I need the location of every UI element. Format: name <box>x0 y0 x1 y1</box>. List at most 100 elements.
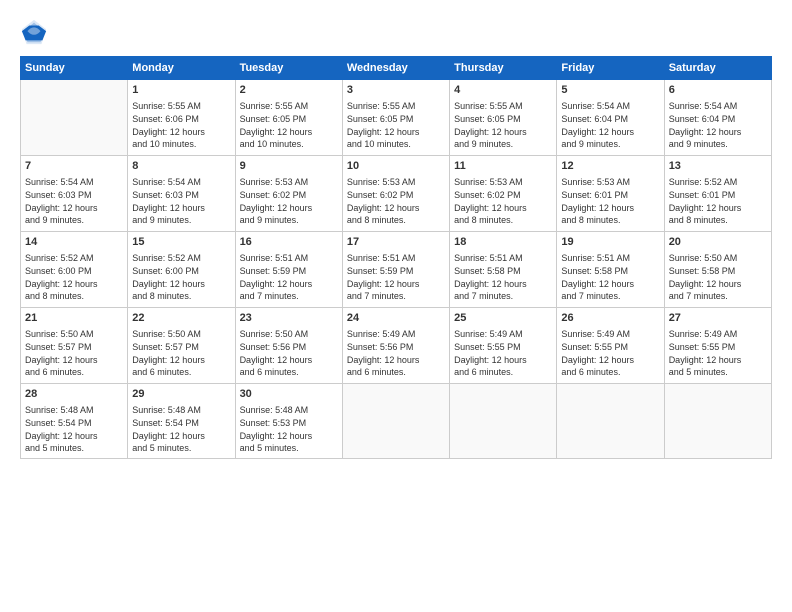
day-info: Daylight: 12 hours <box>25 430 123 443</box>
day-info: and 7 minutes. <box>240 290 338 303</box>
day-info: Sunset: 5:58 PM <box>454 265 552 278</box>
day-info: Sunset: 6:03 PM <box>25 189 123 202</box>
day-info: and 5 minutes. <box>25 442 123 455</box>
table-row: 8Sunrise: 5:54 AMSunset: 6:03 PMDaylight… <box>128 156 235 232</box>
day-number: 20 <box>669 235 767 250</box>
day-info: Sunrise: 5:49 AM <box>454 328 552 341</box>
day-info: Sunset: 6:00 PM <box>25 265 123 278</box>
day-info: and 8 minutes. <box>561 214 659 227</box>
day-info: Daylight: 12 hours <box>669 126 767 139</box>
day-number: 2 <box>240 83 338 98</box>
day-info: and 6 minutes. <box>454 366 552 379</box>
logo-icon <box>20 18 48 46</box>
day-info: Sunset: 5:59 PM <box>240 265 338 278</box>
day-info: Daylight: 12 hours <box>25 278 123 291</box>
day-info: Sunrise: 5:55 AM <box>240 100 338 113</box>
table-row <box>342 384 449 459</box>
day-number: 13 <box>669 159 767 174</box>
day-info: Sunrise: 5:52 AM <box>132 252 230 265</box>
table-row: 13Sunrise: 5:52 AMSunset: 6:01 PMDayligh… <box>664 156 771 232</box>
day-info: and 8 minutes. <box>347 214 445 227</box>
day-info: Daylight: 12 hours <box>347 354 445 367</box>
page-header <box>20 18 772 46</box>
day-info: Daylight: 12 hours <box>240 430 338 443</box>
day-number: 24 <box>347 311 445 326</box>
day-info: Daylight: 12 hours <box>25 202 123 215</box>
col-wednesday: Wednesday <box>342 57 449 80</box>
table-row: 6Sunrise: 5:54 AMSunset: 6:04 PMDaylight… <box>664 80 771 156</box>
calendar-table: Sunday Monday Tuesday Wednesday Thursday… <box>20 56 772 459</box>
col-saturday: Saturday <box>664 57 771 80</box>
day-info: Daylight: 12 hours <box>561 354 659 367</box>
table-row: 26Sunrise: 5:49 AMSunset: 5:55 PMDayligh… <box>557 308 664 384</box>
day-info: Sunrise: 5:55 AM <box>454 100 552 113</box>
day-info: Daylight: 12 hours <box>132 202 230 215</box>
day-info: Sunset: 5:54 PM <box>25 417 123 430</box>
day-info: and 10 minutes. <box>132 138 230 151</box>
day-info: Daylight: 12 hours <box>240 202 338 215</box>
day-info: Sunrise: 5:48 AM <box>240 404 338 417</box>
day-info: and 6 minutes. <box>347 366 445 379</box>
table-row: 2 Sunrise: 5:55 AMSunset: 6:05 PMDaylight… <box>235 80 342 156</box>
day-info: Sunset: 5:56 PM <box>347 341 445 354</box>
day-info: Daylight: 12 hours <box>561 126 659 139</box>
day-number: 27 <box>669 311 767 326</box>
day-info: and 8 minutes. <box>132 290 230 303</box>
day-number: 5 <box>561 83 659 98</box>
day-info: Daylight: 12 hours <box>669 278 767 291</box>
day-info: Sunrise: 5:48 AM <box>132 404 230 417</box>
day-number: 6 <box>669 83 767 98</box>
day-info: Sunset: 5:53 PM <box>240 417 338 430</box>
day-info: Daylight: 12 hours <box>454 202 552 215</box>
day-info: Sunset: 5:54 PM <box>132 417 230 430</box>
day-info: Daylight: 12 hours <box>347 278 445 291</box>
day-info: Sunrise: 5:55 AM <box>132 100 230 113</box>
day-info: Sunrise: 5:52 AM <box>669 176 767 189</box>
table-row: 28Sunrise: 5:48 AMSunset: 5:54 PMDayligh… <box>21 384 128 459</box>
day-number: 11 <box>454 159 552 174</box>
day-info: and 5 minutes. <box>132 442 230 455</box>
day-info: Sunrise: 5:55 AM <box>347 100 445 113</box>
day-info: and 6 minutes. <box>240 366 338 379</box>
calendar-header-row: Sunday Monday Tuesday Wednesday Thursday… <box>21 57 772 80</box>
day-info: and 5 minutes. <box>240 442 338 455</box>
day-info: Sunset: 5:55 PM <box>669 341 767 354</box>
day-info: Daylight: 12 hours <box>669 354 767 367</box>
day-number: 18 <box>454 235 552 250</box>
table-row: 14Sunrise: 5:52 AMSunset: 6:00 PMDayligh… <box>21 232 128 308</box>
col-tuesday: Tuesday <box>235 57 342 80</box>
day-number: 12 <box>561 159 659 174</box>
day-number: 30 <box>240 387 338 402</box>
logo <box>20 18 52 46</box>
day-info: Daylight: 12 hours <box>240 126 338 139</box>
day-info: Sunrise: 5:52 AM <box>25 252 123 265</box>
col-friday: Friday <box>557 57 664 80</box>
day-info: Sunset: 6:05 PM <box>347 113 445 126</box>
day-info: Daylight: 12 hours <box>25 354 123 367</box>
day-info: Sunrise: 5:51 AM <box>240 252 338 265</box>
table-row: 22Sunrise: 5:50 AMSunset: 5:57 PMDayligh… <box>128 308 235 384</box>
day-info: and 9 minutes. <box>25 214 123 227</box>
day-number: 21 <box>25 311 123 326</box>
table-row: 20Sunrise: 5:50 AMSunset: 5:58 PMDayligh… <box>664 232 771 308</box>
table-row: 16Sunrise: 5:51 AMSunset: 5:59 PMDayligh… <box>235 232 342 308</box>
day-info: Sunset: 5:57 PM <box>25 341 123 354</box>
day-info: Sunset: 6:00 PM <box>132 265 230 278</box>
day-info: Sunrise: 5:54 AM <box>561 100 659 113</box>
day-info: Sunrise: 5:50 AM <box>240 328 338 341</box>
day-info: Sunrise: 5:49 AM <box>669 328 767 341</box>
day-info: Sunset: 6:05 PM <box>240 113 338 126</box>
day-number: 3 <box>347 83 445 98</box>
day-info: and 9 minutes. <box>454 138 552 151</box>
day-info: Sunset: 6:05 PM <box>454 113 552 126</box>
table-row: 1Sunrise: 5:55 AMSunset: 6:06 PMDaylight… <box>128 80 235 156</box>
day-info: Sunset: 6:04 PM <box>561 113 659 126</box>
day-info: Sunset: 6:01 PM <box>561 189 659 202</box>
day-info: and 6 minutes. <box>132 366 230 379</box>
day-info: Sunrise: 5:54 AM <box>25 176 123 189</box>
table-row: 15Sunrise: 5:52 AMSunset: 6:00 PMDayligh… <box>128 232 235 308</box>
day-info: Sunrise: 5:53 AM <box>240 176 338 189</box>
day-info: and 9 minutes. <box>132 214 230 227</box>
day-info: Daylight: 12 hours <box>240 278 338 291</box>
day-info: Sunrise: 5:51 AM <box>561 252 659 265</box>
